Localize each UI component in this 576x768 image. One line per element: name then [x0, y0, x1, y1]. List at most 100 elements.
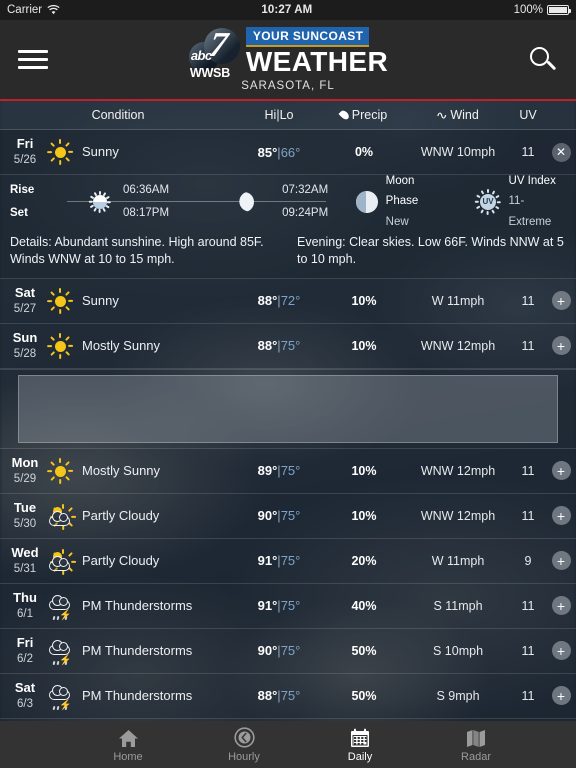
tab-home[interactable]: Home [89, 727, 167, 763]
row-temp-cell: 90°|75° [257, 508, 301, 524]
row-day-date-value: 6/3 [17, 697, 33, 710]
row-day-date: Tue 5/30 [8, 500, 42, 530]
search-icon[interactable] [528, 45, 558, 75]
carrier-label: Carrier [7, 4, 43, 16]
rise-set-labels: Rise Set [10, 184, 67, 219]
row-high-temp: 85° [257, 144, 278, 160]
row-condition-cell: Sun 5/28 Mostly Sunny [0, 330, 236, 360]
row-action-cell[interactable]: + [546, 551, 576, 571]
row-wind-value: WNW 10mph [420, 145, 496, 159]
sunny-icon [46, 287, 74, 315]
suncoast-banner: YOUR SUNCOAST [245, 27, 370, 48]
row-day-date-value: 5/29 [13, 472, 37, 485]
expand-row-button[interactable]: + [551, 596, 571, 616]
expand-row-button[interactable]: + [551, 461, 571, 481]
row-day-date: Fri 6/2 [8, 635, 42, 665]
row-high-temp: 91° [257, 598, 278, 614]
hamburger-menu-icon[interactable] [18, 45, 48, 74]
forecast-details-text: Details: Abundant sunshine. High around … [0, 228, 576, 278]
weather-title: WEATHER [245, 46, 389, 78]
row-wind-value: S 11mph [433, 598, 483, 613]
forecast-row[interactable]: Sun 5/28 Mostly Sunny 88°|75° 10% WNW 12… [0, 323, 576, 369]
partly-cloudy-icon [46, 547, 77, 575]
astronomy-row: Rise Set 06:36AM 08:17PM 07:32AM 09:24PM… [0, 175, 576, 228]
thunderstorm-icon [46, 637, 74, 666]
row-low-temp: 75° [280, 553, 301, 569]
status-bar-right: 100% [513, 4, 571, 16]
forecast-row[interactable]: Sat 5/27 Sunny 88°|72° 10% W 11mph 11 + [0, 278, 576, 324]
row-wind-value: W 11mph [431, 553, 485, 568]
advertisement-placeholder[interactable] [18, 374, 558, 443]
tab-radar[interactable]: Radar [437, 727, 515, 763]
uv-index-text: UV Index 11-Extreme [509, 171, 566, 231]
tab-hourly[interactable]: Hourly [205, 726, 283, 763]
row-action-cell[interactable]: + [546, 291, 576, 311]
forecast-row[interactable]: Sat 6/3 PM Thunderstorms 88°|75° 50% S 9… [0, 673, 576, 719]
collapse-row-button[interactable]: ✕ [551, 142, 571, 162]
expand-row-button[interactable]: + [551, 291, 571, 311]
row-day-name: Fri [16, 635, 34, 651]
row-temp-cell: 85°|66° [257, 144, 301, 160]
expand-row-button[interactable]: + [551, 641, 571, 661]
daily-forecast-list[interactable]: Fri 5/26 Sunny 85°|66° 0% WNW 10mph 11 ✕… [0, 130, 576, 721]
row-temp-cell: 89°|75° [257, 463, 301, 479]
row-action-cell[interactable]: ✕ [546, 142, 576, 162]
expand-row-button[interactable]: + [551, 506, 571, 526]
clock-icon [233, 726, 255, 748]
forecast-row[interactable]: Thu 6/1 PM Thunderstorms 91°|75° 40% S 1… [0, 583, 576, 629]
row-wind-value: WNW 12mph [420, 463, 496, 478]
row-day-date-value: 5/26 [13, 153, 37, 166]
row-action-cell[interactable]: + [546, 686, 576, 706]
row-day-name: Mon [11, 455, 39, 471]
row-action-cell[interactable]: + [546, 461, 576, 481]
bottom-tab-bar[interactable]: Home Hourly Daily Radar [0, 721, 576, 768]
wifi-icon [47, 5, 60, 15]
advertisement-slot[interactable] [0, 368, 576, 449]
forecast-row[interactable]: Fri 6/2 PM Thunderstorms 90°|75° 50% S 1… [0, 628, 576, 674]
row-condition-cell: Fri 6/2 PM Thunderstorms [0, 635, 236, 666]
tab-label: Daily [347, 750, 373, 763]
row-action-cell[interactable]: + [546, 336, 576, 356]
forecast-row[interactable]: Mon 5/29 Mostly Sunny 89°|75° 10% WNW 12… [0, 448, 576, 494]
row-day-date: Sat 6/3 [8, 680, 42, 710]
row-precip-value: 10% [351, 508, 377, 523]
row-temp-cell: 88°|72° [257, 293, 301, 309]
sunrise-sun-icon [88, 190, 111, 213]
row-high-temp: 88° [257, 688, 278, 704]
row-condition-cell: Sat 6/3 PM Thunderstorms [0, 680, 236, 710]
column-header-uv: UV [519, 108, 537, 122]
calendar-icon [350, 727, 370, 748]
expand-row-button[interactable]: + [551, 686, 571, 706]
sun-times: 06:36AM 08:17PM [123, 184, 169, 219]
expand-row-button[interactable]: + [551, 336, 571, 356]
row-condition-label: Sunny [82, 293, 119, 309]
moon-phase-icon [356, 190, 378, 213]
forecast-row[interactable]: Tue 5/30 Partly Cloudy 90°|75° 10% WNW 1… [0, 493, 576, 539]
row-day-date: Sat 5/27 [8, 285, 42, 315]
forecast-row[interactable]: Wed 5/31 Partly Cloudy 91°|75° 20% W 11m… [0, 538, 576, 584]
row-action-cell[interactable]: + [546, 596, 576, 616]
battery-percent-label: 100% [513, 4, 543, 16]
row-action-cell[interactable]: + [546, 506, 576, 526]
row-high-temp: 88° [257, 293, 278, 309]
row-uv-value: 11 [521, 463, 535, 478]
row-precip-value: 20% [351, 553, 377, 568]
row-day-name: Wed [11, 545, 39, 561]
row-low-temp: 75° [280, 463, 301, 479]
row-day-date-value: 5/30 [13, 517, 37, 530]
row-temp-cell: 91°|75° [257, 598, 301, 614]
row-day-name: Sun [12, 330, 38, 346]
tab-daily[interactable]: Daily [321, 727, 399, 763]
home-icon [118, 727, 139, 748]
row-condition-cell: Fri 5/26 Sunny [0, 137, 236, 166]
row-high-temp: 90° [257, 508, 278, 524]
sun-times-group: 06:36AM 08:17PM [67, 182, 231, 222]
expand-row-button[interactable]: + [551, 551, 571, 571]
forecast-row[interactable]: Fri 5/26 Sunny 85°|66° 0% WNW 10mph 11 ✕ [0, 130, 576, 175]
row-condition-label: Partly Cloudy [82, 553, 160, 569]
row-uv-value: 11 [521, 643, 535, 658]
row-uv-value: 11 [521, 598, 535, 613]
row-action-cell[interactable]: + [546, 641, 576, 661]
moonset-time: 09:24PM [282, 206, 329, 219]
moonrise-time: 07:32AM [282, 183, 329, 196]
